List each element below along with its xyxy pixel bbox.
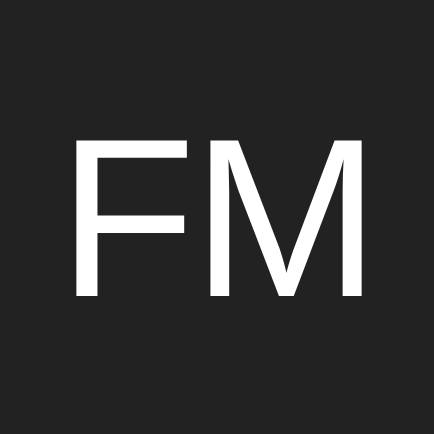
app-icon: FM xyxy=(0,0,434,434)
monogram-logo: FM xyxy=(0,0,434,434)
monogram-text: FM xyxy=(57,91,380,344)
